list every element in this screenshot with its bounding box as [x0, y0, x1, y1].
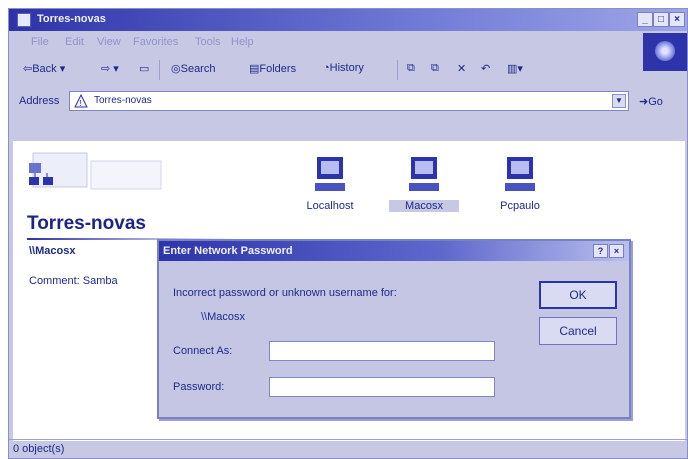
dialog-title: Enter Network Password	[163, 245, 293, 257]
computer-macosx[interactable]: Macosx	[389, 155, 459, 212]
dialog-title-bar[interactable]: Enter Network Password ? ×	[159, 241, 629, 261]
menu-file[interactable]: File	[31, 36, 49, 48]
computer-icon	[505, 157, 535, 191]
menu-help[interactable]: Help	[231, 36, 254, 48]
folder-heading: Torres-novas	[27, 213, 146, 234]
password-field[interactable]	[269, 377, 495, 397]
forward-button[interactable]: ⇨ ▾	[101, 62, 119, 75]
address-field[interactable]: ! Torres-novas ▼	[69, 91, 629, 111]
back-button[interactable]: ⇦Back ▾	[23, 62, 65, 75]
status-bar: 0 object(s)	[9, 439, 687, 458]
computer-label: Macosx	[389, 200, 459, 212]
cancel-button[interactable]: Cancel	[539, 317, 617, 345]
toolbar: ⇦Back ▾ ⇨ ▾ ▭ ◎Search ▤Folders ◔History …	[9, 55, 649, 85]
help-button[interactable]: ?	[593, 244, 608, 258]
menu-bar: File Edit View Favorites Tools Help	[9, 33, 687, 53]
views-icon[interactable]: ▥▾	[507, 62, 523, 75]
go-arrow-icon: ➜	[639, 96, 649, 108]
maximize-button[interactable]: □	[653, 12, 669, 27]
windows-logo	[643, 33, 687, 71]
connect-as-field[interactable]	[269, 341, 495, 361]
host-name: \\Macosx	[201, 311, 246, 323]
search-icon: ◎	[171, 63, 181, 75]
history-icon: ◔	[323, 62, 330, 74]
title-bar[interactable]: Torres-novas _ □ ×	[9, 9, 687, 31]
copy-to-icon[interactable]: ⧉	[431, 62, 439, 75]
network-folder-icon	[17, 13, 31, 27]
delete-icon[interactable]: ✕	[457, 62, 466, 75]
close-button[interactable]: ×	[669, 12, 685, 27]
search-label: Search	[180, 63, 216, 75]
folders-icon: ▤	[249, 63, 260, 75]
search-button[interactable]: ◎Search	[171, 62, 215, 75]
computer-icon	[315, 157, 345, 191]
menu-tools[interactable]: Tools	[195, 36, 221, 48]
network-header-graphic	[29, 152, 162, 190]
selected-item-name: \\Macosx	[29, 245, 76, 257]
network-password-dialog: Enter Network Password ? × Incorrect pas…	[157, 239, 631, 419]
up-folder-button[interactable]: ▭	[139, 62, 149, 75]
window-title: Torres-novas	[37, 13, 106, 25]
computer-label: Pcpaulo	[500, 200, 540, 212]
menu-edit[interactable]: Edit	[65, 36, 84, 48]
menu-favorites[interactable]: Favorites	[133, 36, 178, 48]
computer-icon	[409, 157, 439, 191]
svg-text:!: !	[80, 99, 82, 108]
address-dropdown-button[interactable]: ▼	[612, 94, 626, 108]
folders-button[interactable]: ▤Folders	[249, 62, 296, 75]
computer-localhost[interactable]: Localhost	[295, 155, 365, 212]
network-warning-icon: !	[74, 94, 88, 108]
history-button[interactable]: ◔History	[323, 62, 364, 74]
address-value: Torres-novas	[94, 95, 152, 106]
undo-icon[interactable]: ↶	[481, 62, 490, 75]
toolbar-separator	[159, 60, 160, 80]
menu-view[interactable]: View	[97, 36, 121, 48]
folders-label: Folders	[259, 63, 297, 75]
address-bar: Address ! Torres-novas ▼ ➜Go	[9, 89, 687, 115]
back-label: Back	[32, 63, 57, 75]
ok-button[interactable]: OK	[539, 281, 617, 309]
history-label: History	[329, 62, 364, 74]
computer-pcpaulo[interactable]: Pcpaulo	[485, 155, 555, 212]
computer-label: Localhost	[306, 200, 354, 212]
dialog-close-button[interactable]: ×	[609, 244, 624, 258]
error-message: Incorrect password or unknown username f…	[173, 287, 397, 299]
address-label: Address	[19, 95, 60, 107]
go-button[interactable]: ➜Go	[639, 95, 663, 108]
move-to-icon[interactable]: ⧉	[407, 62, 415, 75]
password-label: Password:	[173, 381, 225, 393]
status-text: 0 object(s)	[13, 443, 65, 455]
go-label: Go	[648, 96, 663, 108]
minimize-button[interactable]: _	[637, 12, 653, 27]
toolbar-separator	[397, 60, 398, 80]
selected-item-comment: Comment: Samba	[29, 275, 118, 287]
connect-as-label: Connect As:	[173, 345, 233, 357]
